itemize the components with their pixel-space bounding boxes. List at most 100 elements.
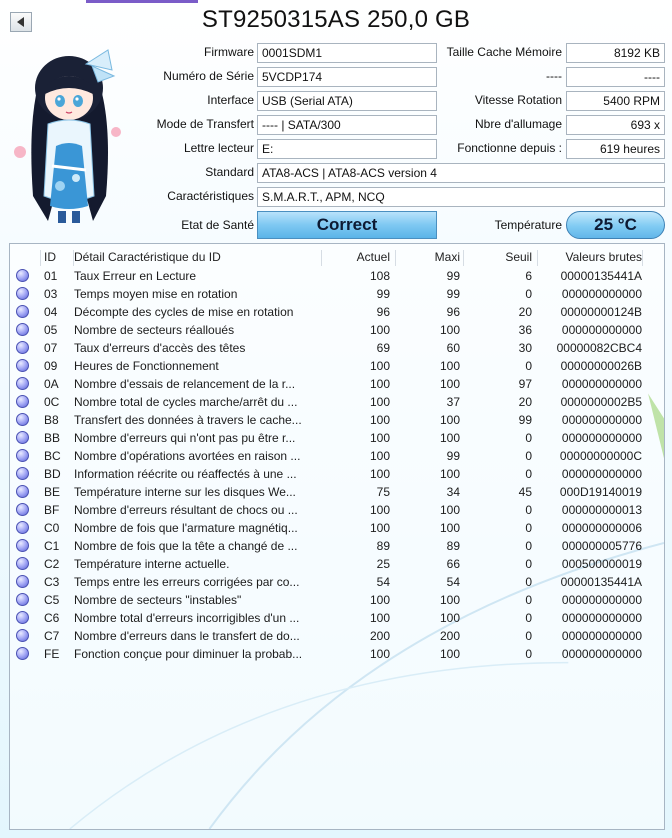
attribute-raw: 00000000026B: [560, 359, 642, 373]
column-name[interactable]: Détail Caractéristique du ID: [74, 248, 322, 266]
status-dot-icon: [16, 521, 29, 534]
mascot-illustration: [14, 49, 121, 223]
attribute-raw: 00000135441A: [560, 575, 642, 589]
attribute-id: C5: [44, 593, 60, 607]
table-row[interactable]: 05 Nombre de secteurs réalloués 100 100 36 00…: [10, 321, 664, 339]
column-current[interactable]: Actuel: [322, 248, 394, 266]
status-dot: [16, 537, 32, 555]
attribute-threshold: 20: [518, 305, 532, 319]
attribute-raw: 000500000019: [561, 557, 642, 571]
table-row[interactable]: BF Nombre d'erreurs résultant de chocs ou…: [10, 501, 664, 519]
table-row[interactable]: 0A Nombre d'essais de relancement de la r…: [10, 375, 664, 393]
attribute-threshold: 0: [525, 557, 532, 571]
status-dot: [16, 519, 32, 537]
attribute-threshold: 0: [525, 287, 532, 301]
attribute-name: Température interne actuelle.: [74, 557, 230, 571]
power-hours-label: Fonctionne depuis :: [457, 141, 562, 155]
table-row[interactable]: 01 Taux Erreur en Lecture 108 99 6 0000013544…: [10, 267, 664, 285]
attribute-current: 96: [376, 305, 390, 319]
attribute-worst: 200: [439, 629, 460, 643]
status-dot-icon: [16, 539, 29, 552]
attribute-raw: 000000000000: [561, 323, 642, 337]
status-dot-icon: [16, 647, 29, 660]
attribute-raw: 000000000000: [561, 647, 642, 661]
status-dot: [16, 465, 32, 483]
table-row[interactable]: 03 Temps moyen mise en rotation 99 99 0 00000…: [10, 285, 664, 303]
attribute-raw: 000000000000: [561, 431, 642, 445]
column-worst[interactable]: Maxi: [396, 248, 462, 266]
attribute-name: Nombre d'erreurs dans le transfert de do…: [74, 629, 300, 643]
table-row[interactable]: BC Nombre d'opérations avortées en raison…: [10, 447, 664, 465]
attribute-worst: 89: [446, 539, 460, 553]
attribute-id: C3: [44, 575, 60, 589]
attribute-worst: 100: [439, 503, 460, 517]
status-dot: [16, 555, 32, 573]
active-tab-indicator: [86, 0, 198, 3]
attribute-name: Nombre d'erreurs qui n'ont pas pu être r…: [74, 431, 296, 445]
column-threshold[interactable]: Seuil: [464, 248, 534, 266]
attribute-raw: 00000082CBC4: [556, 341, 642, 355]
attribute-current: 100: [369, 359, 390, 373]
attribute-id: C7: [44, 629, 60, 643]
transfer-label: Mode de Transfert: [156, 117, 254, 131]
features-field: S.M.A.R.T., APM, NCQ: [257, 187, 665, 207]
attribute-name: Nombre d'opérations avortées en raison .…: [74, 449, 301, 463]
table-row[interactable]: C3 Temps entre les erreurs corrigées par …: [10, 573, 664, 591]
attribute-worst: 100: [439, 521, 460, 535]
drive-letter-label: Lettre lecteur: [183, 141, 254, 155]
status-dot-icon: [16, 593, 29, 606]
status-dot-icon: [16, 287, 29, 300]
table-row[interactable]: C2 Température interne actuelle. 25 66 0 0005…: [10, 555, 664, 573]
table-row[interactable]: FE Fonction conçue pour diminuer la proba…: [10, 645, 664, 663]
table-row[interactable]: C7 Nombre d'erreurs dans le transfert de …: [10, 627, 664, 645]
temperature-button[interactable]: 25 °C: [566, 211, 665, 239]
health-status-button[interactable]: Correct: [257, 211, 437, 239]
attribute-name: Nombre d'essais de relancement de la r..…: [74, 377, 296, 391]
attribute-raw: 00000000000C: [559, 449, 642, 463]
status-dot: [16, 357, 32, 375]
cache-field: 8192 KB: [566, 43, 665, 63]
attribute-current: 100: [369, 611, 390, 625]
attribute-current: 100: [369, 413, 390, 427]
table-row[interactable]: C0 Nombre de fois que l'armature magnétiq…: [10, 519, 664, 537]
table-row[interactable]: 04 Décompte des cycles de mise en rotatio…: [10, 303, 664, 321]
smart-attribute-table[interactable]: ID Détail Caractéristique du ID Actuel M…: [9, 243, 665, 830]
status-dot-icon: [16, 377, 29, 390]
table-row[interactable]: BE Température interne sur les disques We…: [10, 483, 664, 501]
table-row[interactable]: C1 Nombre de fois que la tête a changé de…: [10, 537, 664, 555]
attribute-raw: 0000000002B5: [560, 395, 642, 409]
rotation-label: Vitesse Rotation: [474, 93, 562, 107]
attribute-threshold: 20: [518, 395, 532, 409]
rotation-field: 5400 RPM: [566, 91, 665, 111]
status-dot-icon: [16, 305, 29, 318]
column-id[interactable]: ID: [44, 248, 74, 266]
status-dot-icon: [16, 575, 29, 588]
table-row[interactable]: 0C Nombre total de cycles marche/arrêt du…: [10, 393, 664, 411]
table-row[interactable]: B8 Transfert des données à travers le cac…: [10, 411, 664, 429]
attribute-current: 100: [369, 431, 390, 445]
status-dot-icon: [16, 359, 29, 372]
attribute-worst: 37: [446, 395, 460, 409]
attribute-threshold: 0: [525, 521, 532, 535]
table-row[interactable]: 09 Heures de Fonctionnement 100 100 0 0000000…: [10, 357, 664, 375]
table-row[interactable]: 07 Taux d'erreurs d'accès des têtes 69 60 30…: [10, 339, 664, 357]
status-dot: [16, 321, 32, 339]
status-dot-icon: [16, 413, 29, 426]
status-dot-icon: [16, 485, 29, 498]
attribute-worst: 100: [439, 593, 460, 607]
attribute-raw: 000000000000: [561, 287, 642, 301]
attribute-threshold: 30: [518, 341, 532, 355]
table-row[interactable]: BB Nombre d'erreurs qui n'ont pas pu être…: [10, 429, 664, 447]
temperature-label: Température: [494, 218, 562, 232]
interface-label: Interface: [207, 93, 254, 107]
table-row[interactable]: C6 Nombre total d'erreurs incorrigibles d…: [10, 609, 664, 627]
attribute-name: Taux d'erreurs d'accès des têtes: [74, 341, 246, 355]
table-row[interactable]: BD Information réécrite ou réaffectés à u…: [10, 465, 664, 483]
attribute-raw: 00000135441A: [560, 269, 642, 283]
attribute-name: Nombre de secteurs "instables": [74, 593, 242, 607]
standard-label: Standard: [205, 165, 254, 179]
column-raw[interactable]: Valeurs brutes: [538, 248, 642, 266]
attribute-name: Temps entre les erreurs corrigées par co…: [74, 575, 300, 589]
table-row[interactable]: C5 Nombre de secteurs "instables" 100 100 0 0…: [10, 591, 664, 609]
attribute-threshold: 0: [525, 449, 532, 463]
